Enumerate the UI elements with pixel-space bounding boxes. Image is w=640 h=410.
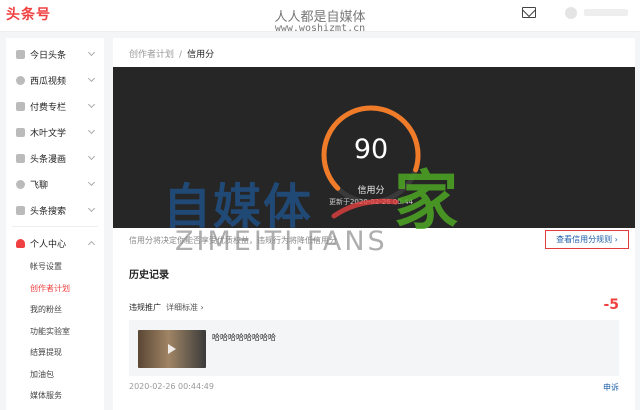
paid-column-icon — [16, 101, 25, 111]
violation-category: 违规推广 — [129, 303, 161, 312]
play-icon — [168, 344, 176, 354]
sidebar-item-personal-center[interactable]: 个人中心 — [6, 230, 104, 256]
chevron-up-icon — [87, 240, 96, 249]
mail-icon[interactable] — [522, 7, 536, 18]
sidebar-divider — [12, 226, 98, 227]
sidebar-subitem-my-fans[interactable]: 我的粉丝 — [6, 299, 104, 321]
toutiao-icon — [16, 49, 25, 59]
penalty-points: -5 — [603, 297, 619, 313]
sidebar-item-literature[interactable]: 木叶文学 — [6, 119, 104, 145]
sidebar-item-feiliao[interactable]: 飞聊 — [6, 171, 104, 197]
sidebar-item-xigua[interactable]: 西瓜视频 — [6, 67, 104, 93]
literature-icon — [16, 127, 25, 137]
watermark-en: ZIMEITI.FANS — [175, 226, 388, 257]
xigua-video-icon — [16, 75, 25, 85]
breadcrumb-parent-link[interactable]: 创作者计划 — [129, 50, 174, 60]
sidebar-item-label: 付费专栏 — [30, 102, 67, 113]
sidebar-item-search[interactable]: 头条搜索 — [6, 197, 104, 223]
sidebar-item-label: 飞聊 — [30, 180, 49, 191]
sidebar-subitem-account-settings[interactable]: 帐号设置 — [6, 256, 104, 278]
appeal-link[interactable]: 申诉 — [603, 382, 619, 393]
sidebar-item-label: 今日头条 — [30, 50, 67, 61]
comic-icon — [16, 153, 25, 163]
watermark-swoosh — [331, 198, 399, 219]
sidebar-subitem-creator-plan[interactable]: 创作者计划 — [6, 278, 104, 300]
record-date: 2020-02-26 00:44:49 — [129, 382, 214, 391]
sidebar-item-label: 头条漫画 — [30, 154, 67, 165]
username-blurred[interactable] — [584, 9, 628, 16]
chevron-down-icon — [87, 126, 96, 135]
record-content-card[interactable]: 哈哈哈哈哈哈哈哈 — [129, 320, 619, 376]
watermark-jia: 家 — [394, 165, 458, 239]
feiliao-icon — [16, 179, 25, 189]
top-bar: 头条号 人人都是自媒体 www.woshizmt.cn — [0, 0, 640, 34]
sidebar: 今日头条 西瓜视频 付费专栏 木叶文学 头条漫画 飞聊 头条搜索 个人中心 帐号… — [6, 38, 104, 410]
watermark-url: www.woshizmt.cn — [274, 23, 366, 34]
view-rules-button[interactable]: 查看信用分规则 › — [545, 230, 629, 249]
user-icon — [16, 238, 25, 248]
sidebar-item-comic[interactable]: 头条漫画 — [6, 145, 104, 171]
record-header: 违规推广 详细标准 › — [129, 302, 204, 313]
sidebar-item-label: 个人中心 — [30, 239, 67, 250]
detail-standard-link[interactable]: 详细标准 › — [166, 303, 204, 312]
chevron-down-icon — [87, 74, 96, 83]
chevron-down-icon — [87, 152, 96, 161]
chevron-down-icon — [87, 178, 96, 187]
avatar[interactable] — [565, 7, 577, 19]
video-thumbnail[interactable] — [138, 330, 206, 368]
sidebar-subitem-withdraw[interactable]: 结算提现 — [6, 342, 104, 364]
breadcrumb-separator: / — [179, 50, 183, 60]
chevron-down-icon — [87, 204, 96, 213]
search-icon — [16, 205, 25, 215]
chevron-down-icon — [87, 100, 96, 109]
sidebar-subitem-media-service[interactable]: 媒体服务 — [6, 385, 104, 407]
sidebar-item-paid-column[interactable]: 付费专栏 — [6, 93, 104, 119]
sidebar-subitem-boost-pack[interactable]: 加油包 — [6, 364, 104, 386]
sidebar-item-label: 西瓜视频 — [30, 76, 67, 87]
breadcrumb: 创作者计划 / 信用分 — [129, 47, 214, 60]
history-title: 历史记录 — [129, 270, 169, 281]
sidebar-subitem-feature-lab[interactable]: 功能实验室 — [6, 321, 104, 343]
content-title[interactable]: 哈哈哈哈哈哈哈哈 — [212, 332, 276, 343]
chevron-down-icon — [87, 48, 96, 57]
sidebar-item-label: 木叶文学 — [30, 128, 67, 139]
sidebar-item-label: 头条搜索 — [30, 206, 67, 217]
breadcrumb-current: 信用分 — [187, 50, 215, 60]
sidebar-item-toutiao[interactable]: 今日头条 — [6, 41, 104, 67]
